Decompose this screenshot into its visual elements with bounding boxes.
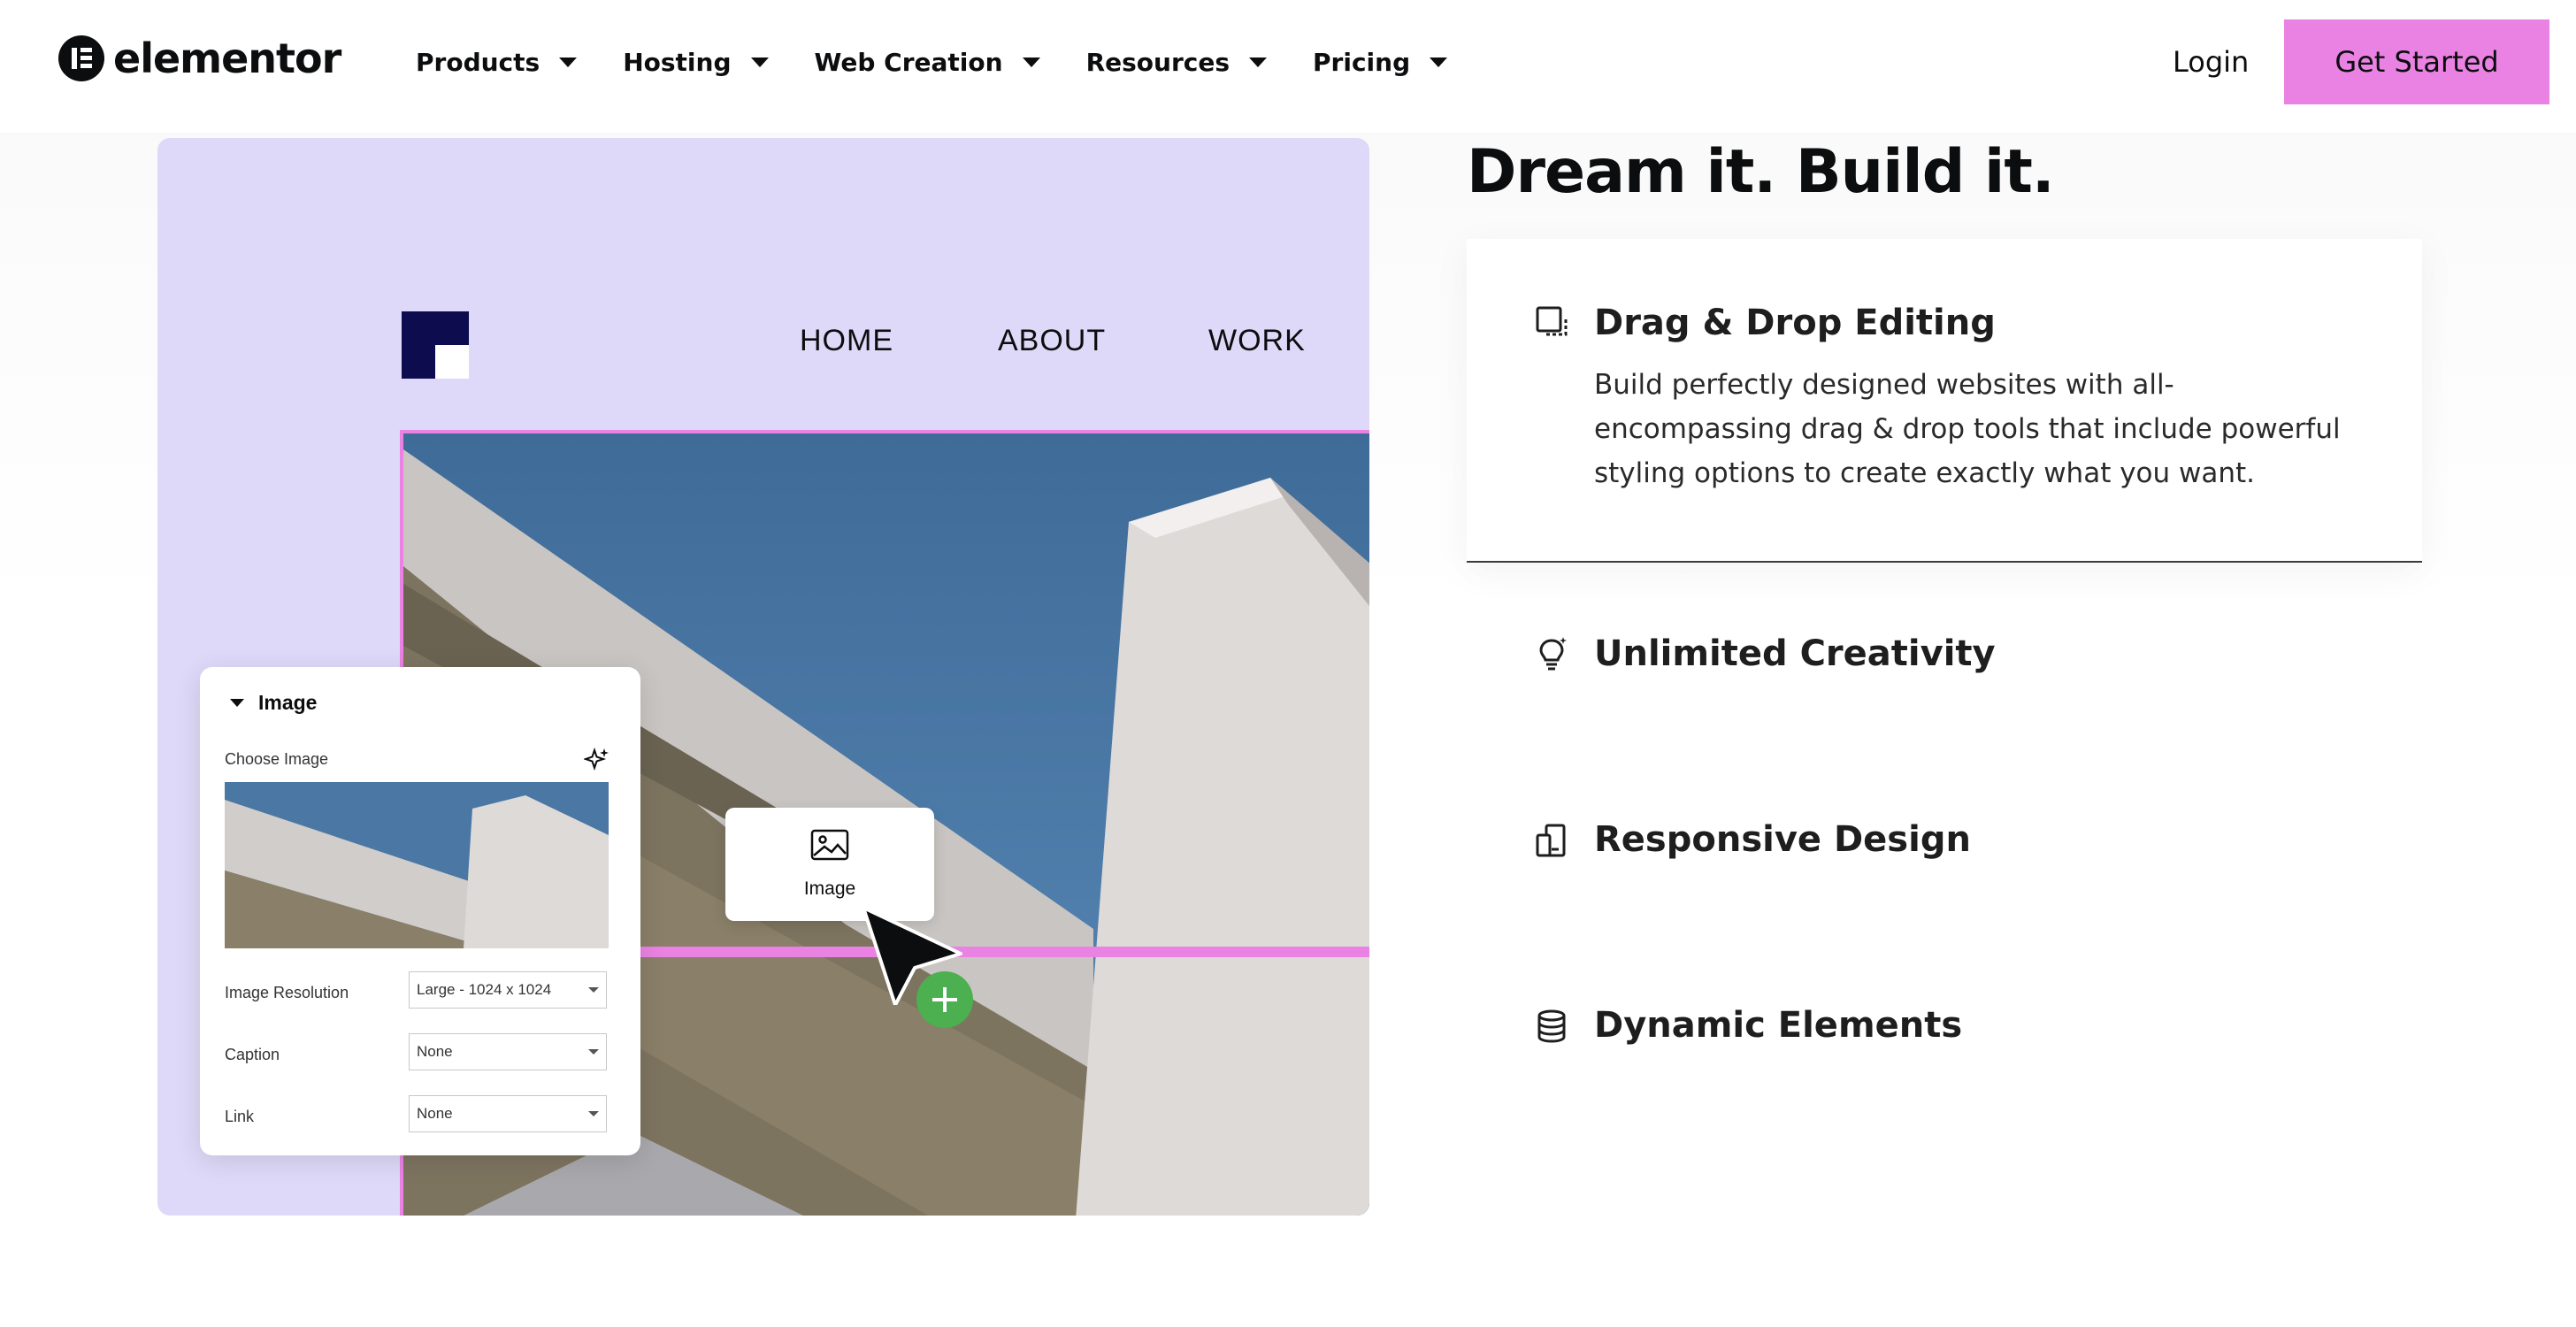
nav-hosting[interactable]: Hosting [623,47,769,77]
feature-title-dynamic-elements[interactable]: Dynamic Elements [1594,1001,1962,1049]
chevron-down-icon [1430,57,1448,67]
image-resolution-select[interactable]: Large - 1024 x 1024 [409,971,607,1009]
ai-sparkle-icon[interactable] [584,747,610,773]
chevron-down-icon [588,1111,599,1116]
editor-demo-visual: HOME ABOUT WORK Image Choose Image Image… [157,138,1369,1216]
choose-image-label: Choose Image [225,750,329,768]
section-headline: Dream it. Build it. [1467,137,2055,207]
image-preview-thumbnail[interactable] [225,782,609,948]
devices-icon [1536,824,1566,857]
image-icon [810,829,849,861]
feature-title-unlimited-creativity[interactable]: Unlimited Creativity [1594,630,1996,678]
get-started-button[interactable]: Get Started [2284,19,2549,104]
feature-title-responsive-design[interactable]: Responsive Design [1594,816,1971,863]
feature-description-drag-drop: Build perfectly designed websites with a… [1594,369,2341,489]
demo-nav-home: HOME [800,324,893,357]
login-link[interactable]: Login [2173,39,2249,85]
chevron-down-icon [588,987,599,993]
feature-title-drag-drop[interactable]: Drag & Drop Editing [1594,299,1996,347]
chevron-down-icon [1249,57,1268,67]
chevron-down-icon [1022,57,1040,67]
demo-nav-work: WORK [1208,324,1306,357]
add-element-button[interactable] [916,971,973,1028]
caret-down-icon [230,698,244,707]
link-select[interactable]: None [409,1095,607,1132]
nav-label: Resources [1085,47,1230,77]
elementor-logo-icon [58,35,104,81]
nav-pricing[interactable]: Pricing [1313,47,1448,77]
drag-drop-icon [1536,306,1568,336]
nav-web-creation[interactable]: Web Creation [815,48,1040,77]
database-icon [1537,1009,1566,1043]
lightbulb-icon [1539,637,1567,671]
nav-label: Products [416,47,540,77]
chevron-down-icon [588,1049,599,1055]
demo-site-logo [402,311,469,379]
nav-label: Pricing [1313,47,1411,77]
image-widget-card[interactable]: Image [725,808,934,921]
logo-wordmark: elementor [113,35,341,82]
select-value: Large - 1024 x 1024 [417,981,552,998]
main-nav: Products Hosting Web Creation Resources … [416,39,1493,85]
chevron-down-icon [750,57,769,67]
select-value: None [417,1105,453,1122]
nav-products[interactable]: Products [416,47,578,77]
panel-title: Image [258,690,318,714]
image-settings-panel: Image Choose Image Image Resolution Larg… [200,667,640,1155]
nav-label: Hosting [623,47,732,77]
caption-select[interactable]: None [409,1033,607,1070]
caption-label: Caption [225,1046,280,1063]
panel-section-toggle[interactable]: Image [230,687,317,718]
chevron-down-icon [559,57,578,67]
site-header: elementor Products Hosting Web Creation … [0,0,2576,133]
demo-nav-about: ABOUT [998,324,1107,357]
elementor-logo[interactable]: elementor [58,34,341,83]
widget-label: Image [803,878,856,899]
nav-label: Web Creation [814,47,1003,77]
link-label: Link [225,1108,255,1125]
nav-resources[interactable]: Resources [1085,47,1268,77]
image-resolution-label: Image Resolution [225,984,349,1001]
select-value: None [417,1043,453,1060]
